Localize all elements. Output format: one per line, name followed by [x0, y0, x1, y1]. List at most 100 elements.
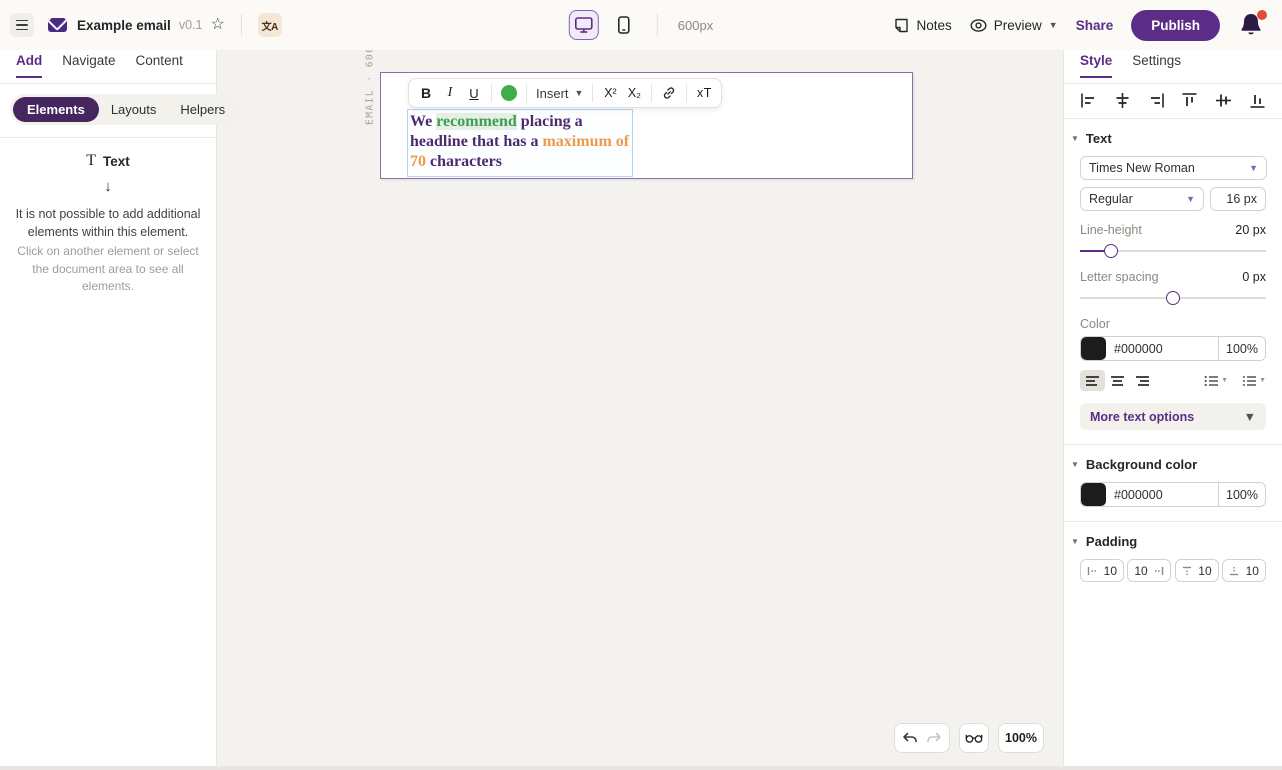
text-section: ▼ Text Times New Roman ▼ Regular ▼ 16 px… [1064, 119, 1282, 444]
underline-button[interactable]: U [462, 81, 486, 105]
font-size-input[interactable]: 16 px [1210, 187, 1266, 211]
notes-button[interactable]: Notes [894, 18, 951, 33]
color-swatch[interactable] [1081, 483, 1106, 506]
fit-view-button[interactable] [959, 723, 989, 753]
zoom-level-button[interactable]: 100% [998, 723, 1044, 753]
text-element[interactable]: We recommend placing a headline that has… [407, 109, 633, 177]
text-align-left-icon [1085, 375, 1100, 387]
text-align-right-icon [1135, 375, 1150, 387]
text-color-button[interactable] [497, 81, 521, 105]
align-left-icon[interactable] [1080, 92, 1097, 109]
link-icon [662, 86, 676, 100]
element-category-row: Elements Layouts Helpers [0, 84, 216, 138]
preview-button[interactable]: Preview ▼ [970, 18, 1058, 33]
empty-state-message: It is not possible to add additional ele… [15, 205, 201, 241]
right-sidebar: Style Settings [1063, 50, 1282, 770]
pill-layouts[interactable]: Layouts [99, 97, 169, 122]
document-version: v0.1 [179, 18, 203, 32]
insert-dropdown[interactable]: Insert ▼ [532, 81, 587, 105]
text-color-input-group: #000000 100% [1080, 336, 1266, 361]
headline-segment: characters [426, 153, 502, 170]
align-top-icon[interactable] [1181, 92, 1198, 109]
menu-button[interactable] [10, 13, 34, 37]
text-align-left-button[interactable] [1080, 370, 1105, 391]
device-toggle: 600px [569, 0, 713, 50]
redo-icon[interactable] [926, 732, 942, 745]
color-opacity-input[interactable]: 100% [1218, 483, 1265, 506]
text-align-center-button[interactable] [1105, 370, 1130, 391]
canvas-work-area[interactable]: EMAIL · 600 PX B I U Insert ▼ X² X₂ [217, 50, 1063, 770]
text-element-icon: T [86, 152, 96, 170]
letter-spacing-value: 0 px [1242, 270, 1266, 284]
text-section-header[interactable]: ▼ Text [1071, 131, 1266, 146]
background-section-header[interactable]: ▼ Background color [1071, 457, 1266, 472]
color-opacity-input[interactable]: 100% [1218, 337, 1265, 360]
document-title: Example email [77, 18, 171, 33]
slider-handle[interactable] [1104, 244, 1118, 258]
bullet-list-icon [1204, 375, 1219, 387]
color-swatch[interactable] [1081, 337, 1106, 360]
text-align-right-button[interactable] [1130, 370, 1155, 391]
padding-right-input[interactable]: 10 [1127, 559, 1171, 582]
chevron-down-icon: ▼ [1049, 20, 1058, 30]
desktop-view-button[interactable] [569, 10, 599, 40]
empty-state-hint: Click on another element or select the d… [15, 243, 201, 295]
clear-formatting-button[interactable]: xT [692, 81, 716, 105]
pill-helpers[interactable]: Helpers [168, 97, 237, 122]
color-hex-input[interactable]: #000000 [1106, 488, 1218, 502]
link-button[interactable] [657, 81, 681, 105]
favorite-star-icon[interactable]: ☆ [210, 17, 224, 33]
font-family-select[interactable]: Times New Roman ▼ [1080, 156, 1267, 180]
align-center-horizontal-icon[interactable] [1114, 92, 1131, 109]
align-right-icon[interactable] [1148, 92, 1165, 109]
tab-style[interactable]: Style [1080, 50, 1112, 78]
slider-handle[interactable] [1166, 291, 1180, 305]
color-hex-input[interactable]: #000000 [1106, 342, 1218, 356]
divider [657, 14, 658, 36]
subscript-button[interactable]: X₂ [622, 81, 646, 105]
padding-top-icon [1182, 566, 1192, 576]
letter-spacing-slider[interactable] [1080, 291, 1266, 305]
tab-content[interactable]: Content [136, 50, 183, 76]
italic-button[interactable]: I [438, 81, 462, 105]
share-button[interactable]: Share [1076, 18, 1114, 33]
tab-add[interactable]: Add [16, 50, 42, 78]
notifications-bell-icon[interactable] [1238, 11, 1266, 39]
headline-segment-highlighted: recommend [436, 113, 517, 130]
padding-top-input[interactable]: 10 [1175, 559, 1219, 582]
publish-button[interactable]: Publish [1131, 10, 1220, 41]
letter-spacing-label: Letter spacing [1080, 270, 1159, 284]
divider [491, 84, 492, 102]
padding-inputs: 10 10 10 [1080, 559, 1266, 582]
more-text-options-button[interactable]: More text options ▼ [1080, 403, 1266, 430]
font-weight-select[interactable]: Regular ▼ [1080, 187, 1204, 211]
pill-elements[interactable]: Elements [13, 97, 99, 122]
padding-section-header[interactable]: ▼ Padding [1071, 534, 1266, 549]
email-editor-app: Example email v0.1 ☆ 文A 600px [0, 0, 1282, 770]
bold-button[interactable]: B [414, 81, 438, 105]
right-sidebar-tabs: Style Settings [1064, 50, 1282, 84]
list-buttons: ▼ ▼ [1204, 375, 1266, 387]
mobile-view-button[interactable] [609, 10, 639, 40]
superscript-button[interactable]: X² [598, 81, 622, 105]
line-height-slider[interactable] [1080, 244, 1266, 258]
tab-navigate[interactable]: Navigate [62, 50, 115, 76]
padding-bottom-input[interactable]: 10 [1222, 559, 1266, 582]
email-canvas[interactable]: B I U Insert ▼ X² X₂ [380, 72, 913, 179]
ordered-list-button[interactable]: ▼ [1242, 375, 1266, 387]
headline-segment: We [410, 113, 436, 130]
canvas-controls: 100% [894, 723, 1044, 753]
horizontal-scrollbar[interactable] [0, 766, 1282, 770]
tab-settings[interactable]: Settings [1132, 50, 1181, 76]
arrow-down-icon: ↓ [14, 178, 202, 195]
undo-icon[interactable] [902, 732, 918, 745]
text-align-center-icon [1110, 375, 1125, 387]
align-bottom-icon[interactable] [1249, 92, 1266, 109]
phone-icon [618, 16, 630, 34]
chevron-down-icon: ▼ [1186, 194, 1195, 204]
align-middle-vertical-icon[interactable] [1215, 92, 1232, 109]
bullet-list-button[interactable]: ▼ [1204, 375, 1228, 387]
divider [651, 84, 652, 102]
padding-left-input[interactable]: 10 [1080, 559, 1124, 582]
translate-icon[interactable]: 文A [258, 13, 282, 37]
